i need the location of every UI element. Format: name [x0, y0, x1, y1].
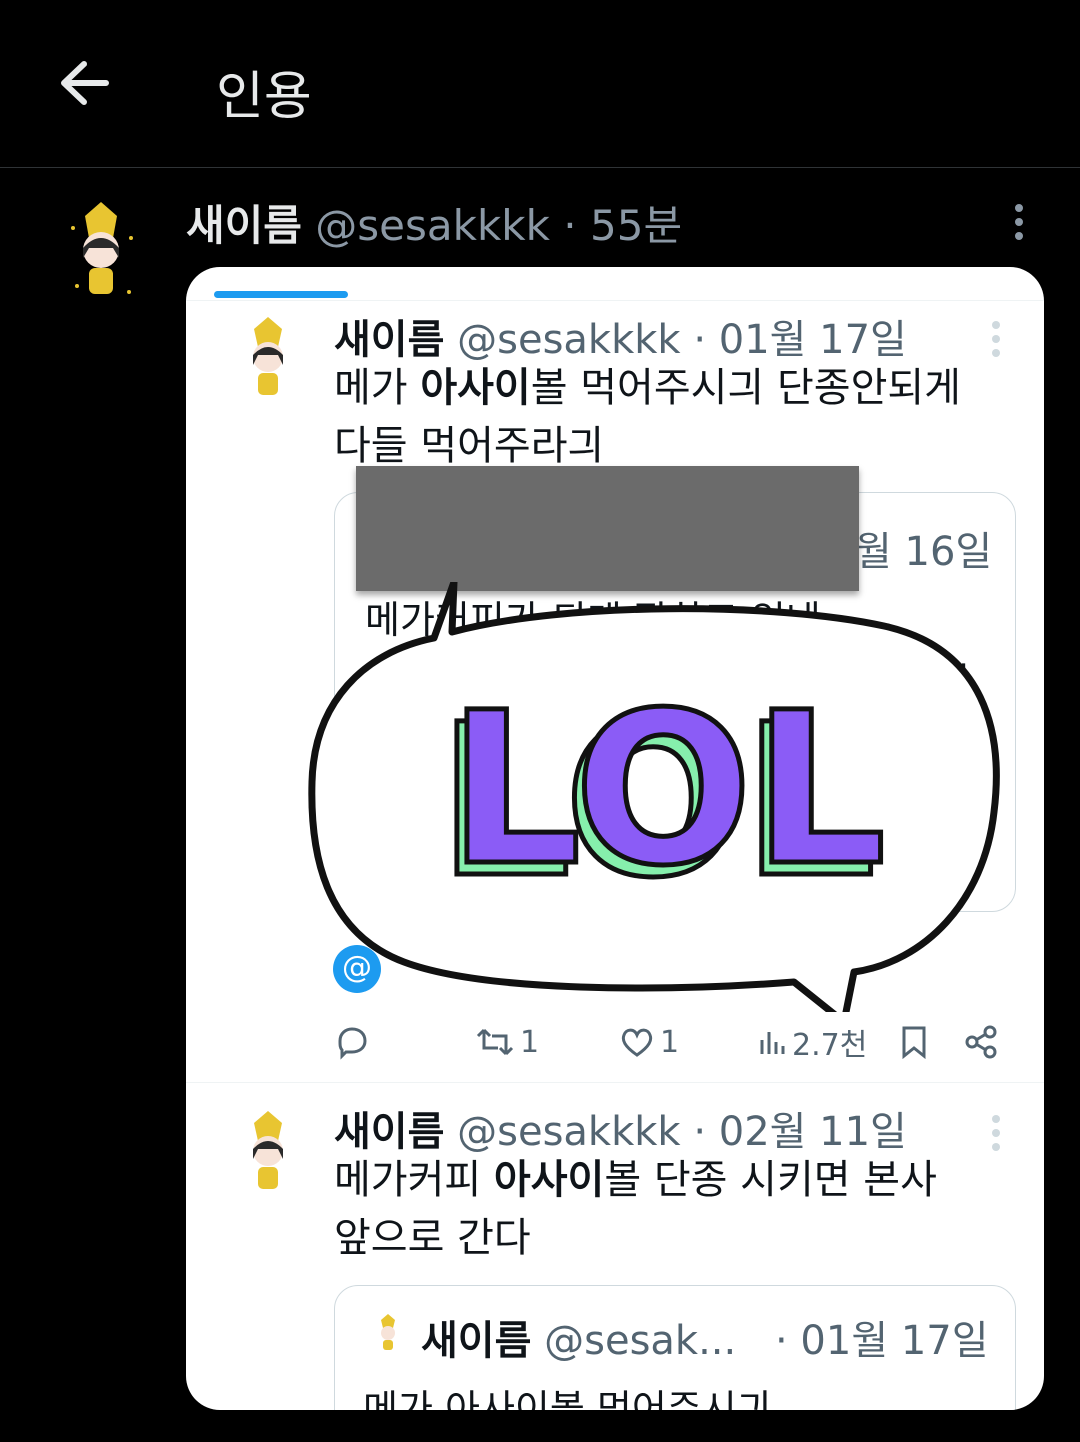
retweet-icon	[476, 1028, 514, 1056]
outer-tweet-header: 새이름 @sesakkkk · 55분	[186, 192, 682, 253]
avatar[interactable]	[55, 198, 147, 306]
lol-speech-bubble-sticker: LOL LOL	[308, 582, 1000, 1012]
tweet-text: 메가 아사이볼 먹어주시긔 단종안되게 다들 먹어주라긔	[334, 365, 961, 465]
reply-icon	[338, 1027, 367, 1060]
separator-dot: ·	[563, 201, 577, 250]
quoted-tweet[interactable]: 새이름 @sesak... · 01월 17일 메가 아사이볼 먹어주시긔	[334, 1285, 1016, 1410]
avatar[interactable]	[232, 313, 304, 403]
bookmark-icon	[902, 1026, 926, 1059]
active-tab-indicator	[214, 291, 348, 298]
reply-button[interactable]	[334, 1022, 370, 1062]
tweet-text: 메가커피 아사이볼 단종 시키면 본사 앞으로 간다	[334, 1157, 937, 1261]
more-options-icon[interactable]	[1014, 204, 1024, 246]
like-count: 1	[660, 1024, 680, 1060]
share-button[interactable]	[964, 1022, 998, 1062]
handle[interactable]: @sesakkkk	[457, 1109, 680, 1155]
divider	[186, 300, 1044, 301]
views-button[interactable]: 2.7천	[758, 1022, 868, 1063]
quoted-tweet-date: 월 16일	[855, 529, 993, 575]
more-options-icon[interactable]	[991, 321, 1001, 363]
separator-dot: ·	[693, 317, 707, 363]
highlight-keyword: 아사이	[493, 1157, 605, 1203]
bar-chart-icon	[760, 1032, 785, 1054]
tweet-header: 새이름 @sesakkkk · 02월 11일	[334, 1099, 907, 1157]
redaction-block	[356, 466, 859, 591]
retweet-button[interactable]: 1	[476, 1022, 539, 1062]
heart-icon	[621, 1028, 653, 1057]
top-bar: 인용	[0, 0, 1080, 168]
handle[interactable]: @sesakkkk	[315, 201, 550, 250]
display-name[interactable]: 새이름	[186, 201, 302, 250]
timestamp: 55분	[590, 201, 683, 250]
tweet-date: 01월 17일	[718, 317, 907, 363]
quoted-tweet-date: · 01월 17일	[775, 1318, 989, 1364]
avatar[interactable]	[232, 1107, 304, 1197]
arrow-left-icon[interactable]	[58, 56, 112, 110]
display-name[interactable]: 새이름	[334, 1109, 444, 1155]
display-name: 새이름	[421, 1318, 532, 1364]
tweet-header: 새이름 @sesakkkk · 01월 17일	[334, 307, 907, 365]
divider	[186, 1082, 1044, 1083]
attached-image-card[interactable]: 새이름 @sesakkkk · 01월 17일 메가 아사이볼 먹어주시긔 단종…	[186, 267, 1044, 1410]
separator-dot: ·	[693, 1109, 707, 1155]
handle: @sesak...	[544, 1318, 737, 1364]
like-button[interactable]: 1	[620, 1022, 679, 1062]
retweet-count: 1	[520, 1024, 540, 1060]
tweet-action-bar: 1 1 2.7천	[186, 1022, 1044, 1063]
share-icon	[965, 1025, 997, 1059]
bookmark-button[interactable]	[900, 1022, 928, 1062]
highlight-keyword: 아사이	[420, 365, 531, 411]
display-name[interactable]: 새이름	[334, 317, 444, 363]
page-title: 인용	[216, 67, 312, 127]
quoted-tweet-header: 새이름 @sesak...	[421, 1308, 736, 1366]
sticker-text: LOL	[448, 667, 887, 912]
handle[interactable]: @sesakkkk	[457, 317, 680, 363]
quoted-tweet-text: 메가 아사이볼 먹어주시긔	[363, 1387, 772, 1410]
avatar	[381, 1314, 395, 1350]
tweet-date: 02월 11일	[718, 1109, 907, 1155]
view-count: 2.7천	[792, 1028, 868, 1063]
